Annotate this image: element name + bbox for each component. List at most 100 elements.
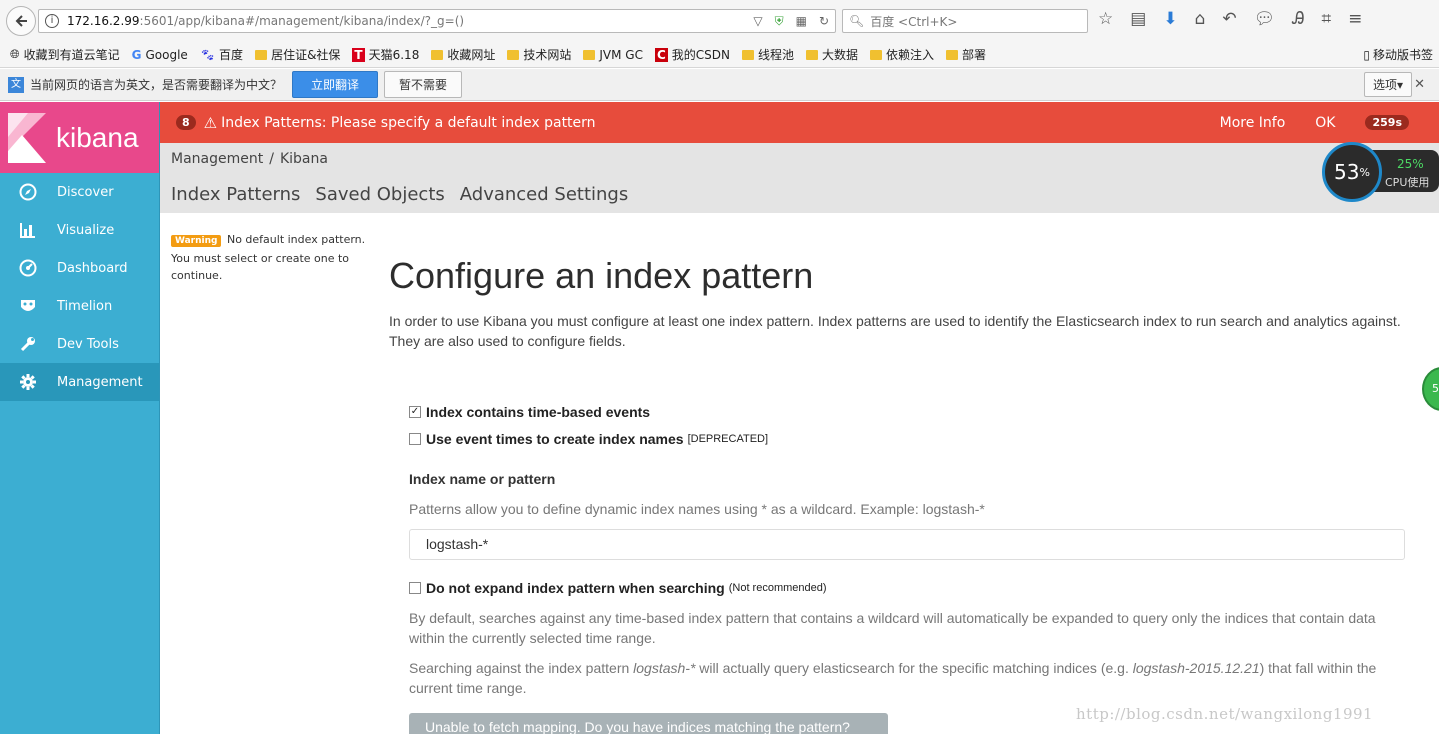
download-icon[interactable]: ⬇ bbox=[1163, 9, 1177, 29]
more-info-link[interactable]: More Info bbox=[1220, 115, 1286, 131]
nav-timelion[interactable]: Timelion bbox=[0, 287, 160, 325]
intro-text: In order to use Kibana you must configur… bbox=[389, 313, 1401, 349]
notification-message: Index Patterns: Please specify a default… bbox=[221, 114, 596, 131]
nav-label: Dashboard bbox=[57, 260, 128, 276]
bookmark-item[interactable]: 🌐︎ 收藏到有道云笔记 bbox=[10, 46, 120, 63]
search-placeholder: 百度 <Ctrl+K> bbox=[870, 14, 958, 29]
folder-icon bbox=[583, 49, 596, 60]
nav-discover[interactable]: Discover bbox=[0, 173, 160, 211]
bookmark-folder[interactable]: 居住证&社保 bbox=[255, 46, 340, 63]
nav-label: Timelion bbox=[57, 298, 113, 314]
mobile-bookmarks-label: 移动版书签 bbox=[1372, 48, 1433, 62]
home-icon[interactable]: ⌂ bbox=[1195, 9, 1206, 29]
management-subnav: Index Patterns Saved Objects Advanced Se… bbox=[171, 184, 628, 205]
notification-count-badge: 8 bbox=[176, 115, 196, 130]
tab-saved-objects[interactable]: Saved Objects bbox=[315, 184, 444, 205]
bookmark-label: 大数据 bbox=[822, 48, 859, 62]
bookmark-label: 百度 bbox=[219, 48, 244, 62]
folder-icon bbox=[742, 49, 754, 60]
bookmark-item[interactable]: G Google bbox=[132, 48, 188, 62]
bookmark-folder[interactable]: 技术网站 bbox=[507, 46, 571, 63]
ok-button[interactable]: OK bbox=[1315, 115, 1335, 131]
star-icon[interactable]: ☆ bbox=[1098, 9, 1113, 29]
reading-list-icon[interactable]: ▤ bbox=[1130, 9, 1146, 29]
shield-icon[interactable]: ⛨ bbox=[775, 14, 784, 29]
bookmark-folder[interactable]: 收藏网址 bbox=[431, 46, 495, 63]
mobile-bookmarks[interactable]: ▯ 移动版书签 bbox=[1363, 46, 1433, 63]
dropdown-icon[interactable]: ▽ bbox=[753, 14, 762, 28]
search-input[interactable]: 🔍︎ 百度 <Ctrl+K> bbox=[842, 9, 1088, 33]
floating-monitor-bubble[interactable]: 53 bbox=[1422, 367, 1439, 411]
bookmarks-bar: 🌐︎ 收藏到有道云笔记 G Google 🐾︎ 百度 居住证&社保 T 天猫6.18 收… bbox=[0, 42, 1439, 68]
bookmark-label: 依赖注入 bbox=[886, 48, 935, 62]
translate-now-button[interactable]: 立即翻译 bbox=[292, 71, 379, 98]
translate-icon[interactable]: Ꭿ bbox=[1292, 9, 1304, 29]
breadcrumb-management[interactable]: Management bbox=[171, 151, 263, 167]
url-path: :5601/app/kibana#/management/kibana/inde… bbox=[139, 14, 465, 28]
translate-options-button[interactable]: 选项▾ bbox=[1363, 72, 1412, 97]
breadcrumb-separator: / bbox=[269, 151, 274, 167]
bookmark-label: Google bbox=[145, 47, 188, 62]
menu-icon[interactable]: ≡ bbox=[1348, 9, 1362, 29]
url-host: 172.16.2.99 bbox=[67, 14, 140, 28]
wrench-icon bbox=[18, 334, 38, 354]
bookmark-label: 天猫6.18 bbox=[368, 48, 420, 62]
undo-icon[interactable]: ↶ bbox=[1222, 9, 1236, 29]
address-bar[interactable]: i 172.16.2.99 :5601/app/kibana#/manageme… bbox=[38, 9, 836, 33]
bookmark-label: 收藏到有道云笔记 bbox=[23, 48, 120, 62]
browser-toolbar: ☆ ▤ ⬇ ⌂ ↶ 💬︎ Ꭿ ⌗ ≡ bbox=[1098, 9, 1362, 29]
bookmark-folder[interactable]: 部署 bbox=[946, 46, 986, 63]
decline-translate-button[interactable]: 暂不需要 bbox=[384, 71, 463, 98]
chat-icon[interactable]: 💬︎ bbox=[1254, 9, 1276, 29]
countdown-badge: 259s bbox=[1365, 115, 1409, 130]
time-based-row: ✓ Index contains time-based events bbox=[409, 404, 650, 420]
cpu-label: CPU使用 bbox=[1385, 176, 1430, 189]
breadcrumb: Management / Kibana bbox=[171, 151, 328, 167]
info-icon[interactable]: i bbox=[45, 14, 59, 28]
cpu-monitor-widget[interactable]: 53% 25% CPU使用 bbox=[1322, 142, 1439, 202]
bookmark-item[interactable]: 🐾︎ 百度 bbox=[200, 46, 243, 63]
bookmark-item[interactable]: T 天猫6.18 bbox=[352, 46, 419, 63]
google-icon: G bbox=[131, 47, 142, 62]
help-text-part: will actually query elasticsearch for th… bbox=[695, 660, 1133, 676]
bookmark-label: JVM GC bbox=[599, 47, 643, 62]
translate-icon: 文 bbox=[8, 76, 24, 93]
qr-code-icon[interactable]: ▦ bbox=[796, 14, 807, 28]
nav-visualize[interactable]: Visualize bbox=[0, 211, 160, 249]
no-expand-row: Do not expand index pattern when searchi… bbox=[409, 580, 827, 596]
cpu-value: 53 bbox=[1334, 160, 1360, 184]
time-based-checkbox[interactable]: ✓ bbox=[409, 406, 421, 418]
tab-advanced-settings[interactable]: Advanced Settings bbox=[460, 184, 628, 205]
bookmark-folder[interactable]: 大数据 bbox=[806, 46, 858, 63]
nav-dashboard[interactable]: Dashboard bbox=[0, 249, 160, 287]
index-pattern-input[interactable]: logstash-* bbox=[409, 529, 1405, 560]
screenshot-icon[interactable]: ⌗ bbox=[1322, 9, 1332, 29]
page-title: Configure an index pattern bbox=[389, 255, 814, 296]
field-label: Index name or pattern bbox=[409, 471, 556, 487]
phone-icon: ▯ bbox=[1363, 47, 1370, 62]
notification-bar: 8 ⚠ Index Patterns: Please specify a def… bbox=[160, 102, 1439, 143]
event-times-checkbox[interactable] bbox=[409, 433, 421, 445]
bookmark-item[interactable]: C 我的CSDN bbox=[654, 46, 730, 63]
folder-icon bbox=[806, 49, 819, 60]
create-button[interactable]: Unable to fetch mapping. Do you have ind… bbox=[409, 713, 888, 734]
bookmark-folder[interactable]: 依赖注入 bbox=[870, 46, 934, 63]
kibana-logo-icon bbox=[8, 112, 46, 163]
tmall-icon: T bbox=[352, 47, 365, 62]
bookmark-label: 我的CSDN bbox=[671, 48, 730, 62]
nav-dev-tools[interactable]: Dev Tools bbox=[0, 325, 160, 363]
bookmark-label: 部署 bbox=[962, 48, 987, 62]
no-expand-checkbox[interactable] bbox=[409, 582, 421, 594]
bookmark-folder[interactable]: JVM GC bbox=[583, 48, 643, 62]
tab-index-patterns[interactable]: Index Patterns bbox=[171, 184, 300, 205]
bookmark-folder[interactable]: 线程池 bbox=[742, 46, 794, 63]
nav-management[interactable]: Management bbox=[0, 363, 160, 401]
kibana-logo[interactable]: kibana bbox=[0, 102, 160, 173]
close-icon[interactable]: ✕ bbox=[1414, 77, 1425, 92]
reload-icon[interactable]: ↻ bbox=[819, 14, 829, 28]
back-arrow-icon bbox=[15, 15, 27, 27]
no-default-warning: Warning No default index pattern. You mu… bbox=[171, 231, 376, 284]
bar-chart-icon bbox=[18, 220, 38, 240]
back-button[interactable] bbox=[6, 6, 36, 36]
kibana-logo-text: kibana bbox=[56, 121, 139, 153]
